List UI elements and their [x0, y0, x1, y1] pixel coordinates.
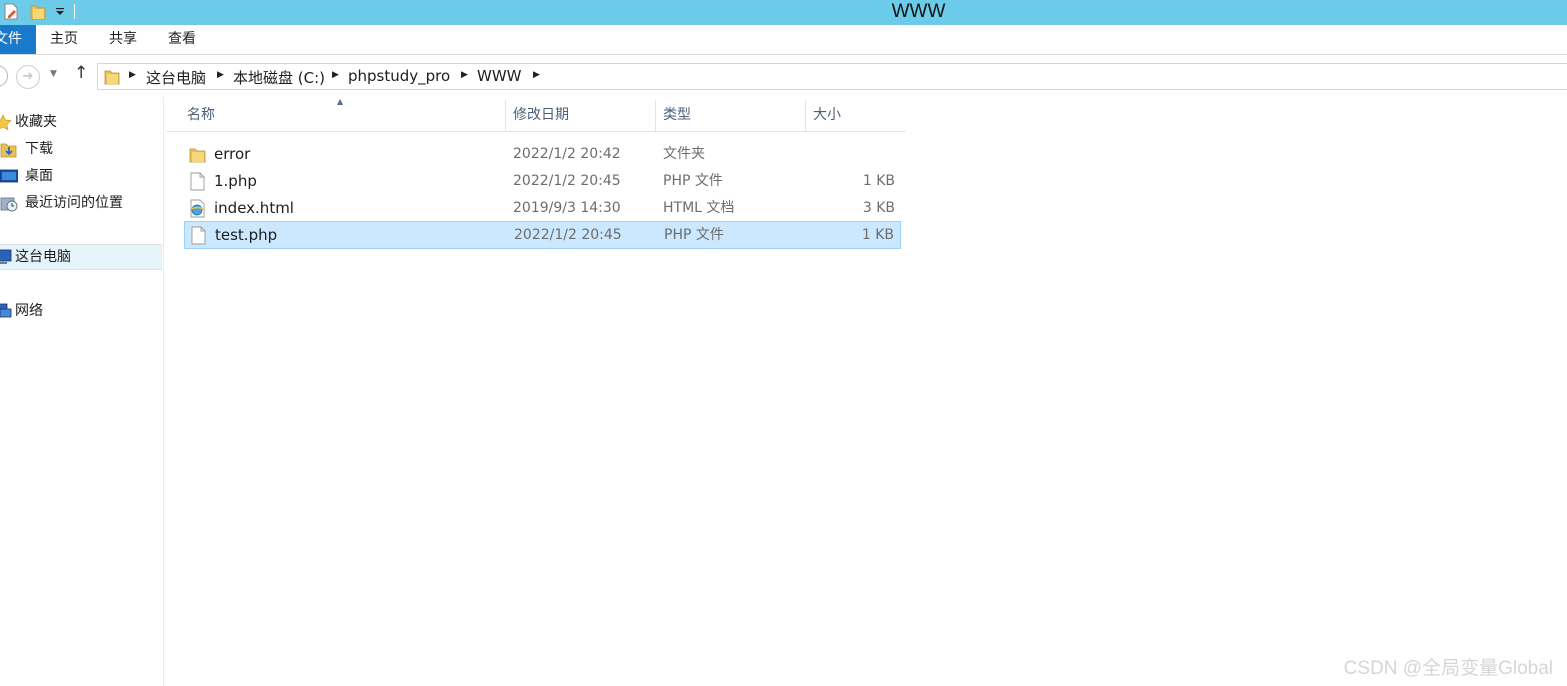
file-name: error [214, 145, 251, 163]
file-name: 1.php [214, 172, 257, 190]
recent-places-icon [0, 197, 18, 212]
watermark: CSDN @全局变量Global [1343, 658, 1553, 679]
navigation-toolbar: ➔ ▼ ↑ ▶ 这台电脑 ▶ 本地磁盘 (C:) ▶ phpstudy_pro … [0, 55, 1567, 97]
window-title: WWW [891, 1, 946, 22]
up-arrow-icon[interactable]: ↑ [74, 63, 88, 83]
desktop-icon [0, 169, 18, 183]
folder-icon [104, 70, 120, 85]
file-name: index.html [214, 199, 294, 217]
column-header-size[interactable]: 大小 [806, 100, 906, 131]
star-icon [0, 114, 12, 131]
file-row-index-html[interactable]: index.html 2019/9/3 14:30 HTML 文档 3 KB [184, 195, 901, 222]
breadcrumb-chevron-icon[interactable]: ▶ [461, 70, 468, 80]
address-bar[interactable]: ▶ 这台电脑 ▶ 本地磁盘 (C:) ▶ phpstudy_pro ▶ WWW … [97, 63, 1567, 90]
breadcrumb-chevron-icon[interactable]: ▶ [332, 70, 339, 80]
tab-share[interactable]: 共享 [109, 25, 137, 54]
column-header-date[interactable]: 修改日期 [506, 100, 655, 131]
forward-button[interactable]: ➔ [16, 65, 40, 89]
title-bar: WWW [0, 0, 1567, 25]
file-name: test.php [215, 226, 278, 244]
tab-view[interactable]: 查看 [168, 25, 196, 54]
breadcrumb-chevron-icon[interactable]: ▶ [129, 70, 136, 80]
breadcrumb-chevron-icon[interactable]: ▶ [217, 70, 224, 80]
file-size: 1 KB [861, 227, 894, 243]
back-button[interactable] [0, 65, 8, 87]
file-date: 2022/1/2 20:42 [513, 146, 621, 162]
computer-icon [0, 249, 12, 264]
file-row-error[interactable]: error 2022/1/2 20:42 文件夹 [184, 141, 901, 168]
file-row-test-php[interactable]: test.php 2022/1/2 20:45 PHP 文件 1 KB [184, 221, 901, 249]
file-row-1-php[interactable]: 1.php 2022/1/2 20:45 PHP 文件 1 KB [184, 168, 901, 195]
file-type: PHP 文件 [664, 227, 724, 243]
column-header-type[interactable]: 类型 [656, 100, 805, 131]
file-size: 3 KB [862, 200, 895, 216]
file-icon [191, 226, 206, 245]
file-type: 文件夹 [663, 146, 705, 162]
breadcrumb-chevron-icon[interactable]: ▶ [533, 70, 540, 80]
html-file-icon [190, 199, 205, 218]
breadcrumb-local-disk[interactable]: 本地磁盘 (C:) [233, 67, 325, 88]
file-date: 2019/9/3 14:30 [513, 200, 621, 216]
breadcrumb-www[interactable]: WWW [477, 67, 522, 85]
column-headers: ▲ 名称 修改日期 类型 大小 [166, 97, 906, 132]
tab-file[interactable]: 文件 [0, 25, 36, 54]
file-date: 2022/1/2 20:45 [514, 227, 622, 243]
file-icon [190, 172, 205, 191]
folder-icon [189, 148, 206, 163]
file-type: PHP 文件 [663, 173, 723, 189]
recent-locations-dropdown-icon[interactable]: ▼ [50, 69, 57, 79]
network-icon [0, 303, 12, 318]
file-type: HTML 文档 [663, 200, 735, 216]
breadcrumb-this-pc[interactable]: 这台电脑 [146, 67, 206, 88]
column-header-name[interactable]: 名称 [180, 100, 505, 131]
tab-home[interactable]: 主页 [50, 25, 78, 54]
navigation-pane: 收藏夹 下载 桌面 最近访问的位置 这台电脑 网络 [0, 97, 164, 686]
file-size: 1 KB [862, 173, 895, 189]
download-folder-icon [0, 143, 17, 158]
breadcrumb-phpstudy[interactable]: phpstudy_pro [348, 67, 450, 85]
ribbon-tabs: 文件 主页 共享 查看 [0, 25, 1567, 55]
file-date: 2022/1/2 20:45 [513, 173, 621, 189]
